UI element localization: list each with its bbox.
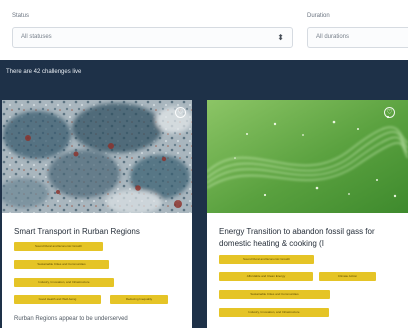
sdg-tag: Affordable and Clean Energy [219,272,313,281]
sdg-tag: Sound Rural and Economic Growth [219,255,314,264]
card-image: ♡ [2,100,192,213]
sdg-tag: Sound Rural and Economic Growth [14,242,103,251]
sdg-tag: Climate Action [319,272,376,281]
status-select-value: All statuses [21,34,52,40]
sdg-tag: Industry, Innovation, and Infrastructure [14,278,114,287]
card-description: Rurban Regions appear to be underserved [14,316,128,322]
card-image: ♡ [207,100,408,213]
challenge-count-text: There are 42 challenges live [6,69,82,75]
favorite-icon[interactable]: ♡ [175,107,186,118]
sdg-tag: Sustainable Cities and Communities [14,260,109,269]
sdg-tag: Industry, Innovation, and Infrastructure [219,308,329,317]
favorite-icon[interactable]: ♡ [384,107,395,118]
challenge-card[interactable]: ♡ Energy Transition to abandon fossil ga… [207,100,408,328]
duration-select-value: All durations [316,34,350,40]
duration-filter-label: Duration [307,13,330,19]
filter-bar: Status All statuses ⬍ Duration All durat… [0,0,408,60]
sdg-tag: Sustainable Cities and Communities [219,290,330,299]
challenges-page: Status All statuses ⬍ Duration All durat… [0,0,408,328]
card-title: Energy Transition to abandon fossil gass… [219,227,375,248]
status-select[interactable]: All statuses ⬍ [12,27,293,48]
challenge-card[interactable]: ♡ Smart Transport in Rurban Regions Soun… [2,100,192,328]
status-filter-label: Status [12,13,30,19]
card-title: Smart Transport in Rurban Regions [14,227,140,236]
duration-select[interactable]: All durations [307,27,408,48]
sdg-tag: Good Health and Well-being [14,295,101,304]
sdg-tag: Reducing Inequality [110,295,168,304]
select-caret-icon: ⬍ [277,33,284,42]
